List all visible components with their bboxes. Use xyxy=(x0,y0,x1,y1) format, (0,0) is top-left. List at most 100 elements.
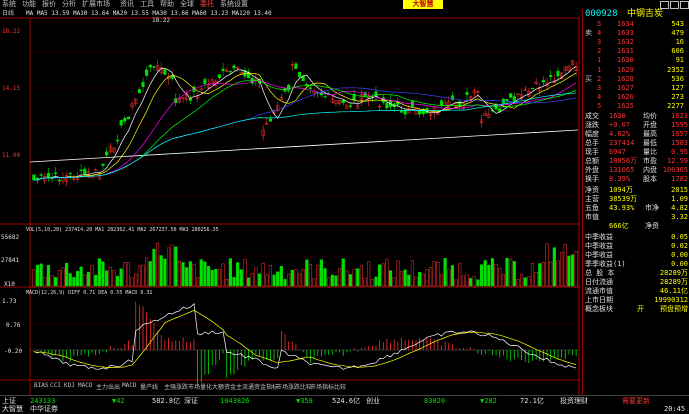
finance-label: 中季收益 xyxy=(585,251,613,259)
tab-bias[interactable]: BIAS xyxy=(34,382,48,389)
candlestick-series xyxy=(32,59,578,187)
kline-chart-area[interactable]: 18.22 14.15 11.00 18.22 55682 27841 X10 … xyxy=(0,0,580,413)
finance-row: 中季收益 0.00 xyxy=(583,251,689,259)
stat-label: 开盘 xyxy=(643,121,657,129)
tab-kdj[interactable]: KDJ xyxy=(64,382,75,389)
info-row: 主营 38539万 1.09 xyxy=(583,195,689,203)
volume-bar xyxy=(549,261,553,287)
volume-bar xyxy=(247,277,251,287)
candle-body xyxy=(297,72,302,77)
candle-body xyxy=(141,81,145,87)
tab-market-compare[interactable]: 市场涨跌比较 xyxy=(276,382,312,391)
volume-bar xyxy=(156,242,160,287)
candle-body xyxy=(152,66,156,68)
finance-label: 流通市值 xyxy=(585,287,613,295)
volume-bar xyxy=(410,260,414,287)
volume-bar xyxy=(374,276,378,287)
volume-bar xyxy=(454,279,458,287)
volume-bar xyxy=(338,268,342,287)
volume-bar xyxy=(210,269,214,287)
tab-strength[interactable]: 主强涨跌 xyxy=(164,382,188,391)
stat-label: 内盘 xyxy=(643,166,657,174)
volume-bar xyxy=(54,277,58,287)
volume-bar xyxy=(297,273,302,287)
close-button[interactable] xyxy=(680,1,689,9)
buy-price: 1628 xyxy=(617,75,634,83)
tab-quant[interactable]: 市场量化 xyxy=(188,382,212,391)
level-number: 5 xyxy=(597,102,602,110)
level-number: 1 xyxy=(597,56,602,64)
stat-label: 涨跌 xyxy=(585,121,599,129)
maximize-button[interactable] xyxy=(670,1,679,9)
volume-bar xyxy=(312,278,316,287)
tab-float-money[interactable]: 主流通资金指标 xyxy=(236,382,278,391)
candle-body xyxy=(46,173,50,179)
volume-bar xyxy=(276,271,280,287)
volume-bar xyxy=(141,264,145,287)
finance-row: 上市日期 19990312 xyxy=(583,296,689,304)
volume-bar xyxy=(90,265,94,287)
candle-body xyxy=(323,96,327,98)
stat-label: 均价 xyxy=(643,112,657,120)
volume-bar xyxy=(512,261,516,287)
finance-link[interactable]: 投资理财 xyxy=(560,397,588,405)
volume-bar xyxy=(545,243,549,287)
update-notice[interactable]: 需要更新 xyxy=(622,397,650,405)
tab-big-money[interactable]: 大额资金 xyxy=(212,382,236,391)
volume-bar xyxy=(381,263,385,287)
macd-legend: MACD(12,26,9) DIFF 0.71 DEA 0.55 MACD 0.… xyxy=(26,290,152,296)
volume-bar xyxy=(126,262,131,287)
finance-value: 0.00 xyxy=(671,251,688,259)
tab-index-compare[interactable]: 市场指标比较 xyxy=(310,382,346,391)
finance-row: 总 股 本 28289万 xyxy=(583,269,689,277)
volume-bar xyxy=(97,258,101,287)
finance-label: 日付流通 xyxy=(585,278,613,286)
stat-value: 106365 xyxy=(662,166,688,174)
volume-bar xyxy=(334,275,338,287)
volume-bar xyxy=(185,267,189,287)
sell-volume: 91 xyxy=(675,56,684,64)
index-cy-value: 83020 xyxy=(424,397,446,405)
stat-value: 1782 xyxy=(671,175,688,183)
volume-bar xyxy=(83,274,87,287)
volume-bar xyxy=(359,265,363,287)
volume-bar xyxy=(356,268,360,287)
index-sz-change: ▼358 xyxy=(296,397,313,405)
candle-body xyxy=(385,102,389,109)
quote-panel: 000928 中钢吉炭 5 1634 543 卖 4 1633 479 3 1632 16 2 163… xyxy=(582,9,689,395)
sell-level-row: 5 1634 543 xyxy=(583,20,689,28)
tab-cci[interactable]: CCI xyxy=(50,382,61,389)
volume-bar xyxy=(94,274,98,287)
price-axis-label: 11.00 xyxy=(2,152,20,159)
stat-label: 总额 xyxy=(585,157,599,165)
tab-main-force[interactable]: 主力出出 xyxy=(96,382,120,391)
minimize-button[interactable] xyxy=(660,1,669,9)
volume-bar xyxy=(86,271,90,287)
tab-macd[interactable]: MACD xyxy=(78,382,92,389)
tab-macd-2[interactable]: MACD xyxy=(122,382,136,389)
volume-bar xyxy=(516,279,520,287)
volume-bar xyxy=(236,262,240,287)
candle-body xyxy=(137,89,141,94)
volume-bar xyxy=(221,263,225,287)
volume-bar xyxy=(32,269,36,287)
volume-bar xyxy=(498,267,502,287)
candle-body xyxy=(228,71,232,73)
candle-body xyxy=(79,169,83,171)
price-axis-label: 14.15 xyxy=(2,85,20,92)
volume-bar xyxy=(261,262,265,287)
volume-bar xyxy=(174,246,178,287)
tab-volume-line[interactable]: 量产线 xyxy=(140,382,158,391)
volume-bar xyxy=(119,268,123,287)
volume-bar xyxy=(57,270,61,287)
info-label: 市值 xyxy=(585,213,599,221)
level-number: 5 xyxy=(597,20,602,28)
volume-bar xyxy=(556,260,560,287)
volume-bar xyxy=(305,259,309,287)
macd-line xyxy=(33,302,577,370)
index-cy-change: ▼282 xyxy=(480,397,497,405)
info-value-2: 3.32 xyxy=(671,213,688,221)
candle-body xyxy=(148,64,152,68)
volume-bar xyxy=(501,274,505,287)
volume-bar xyxy=(407,274,411,287)
